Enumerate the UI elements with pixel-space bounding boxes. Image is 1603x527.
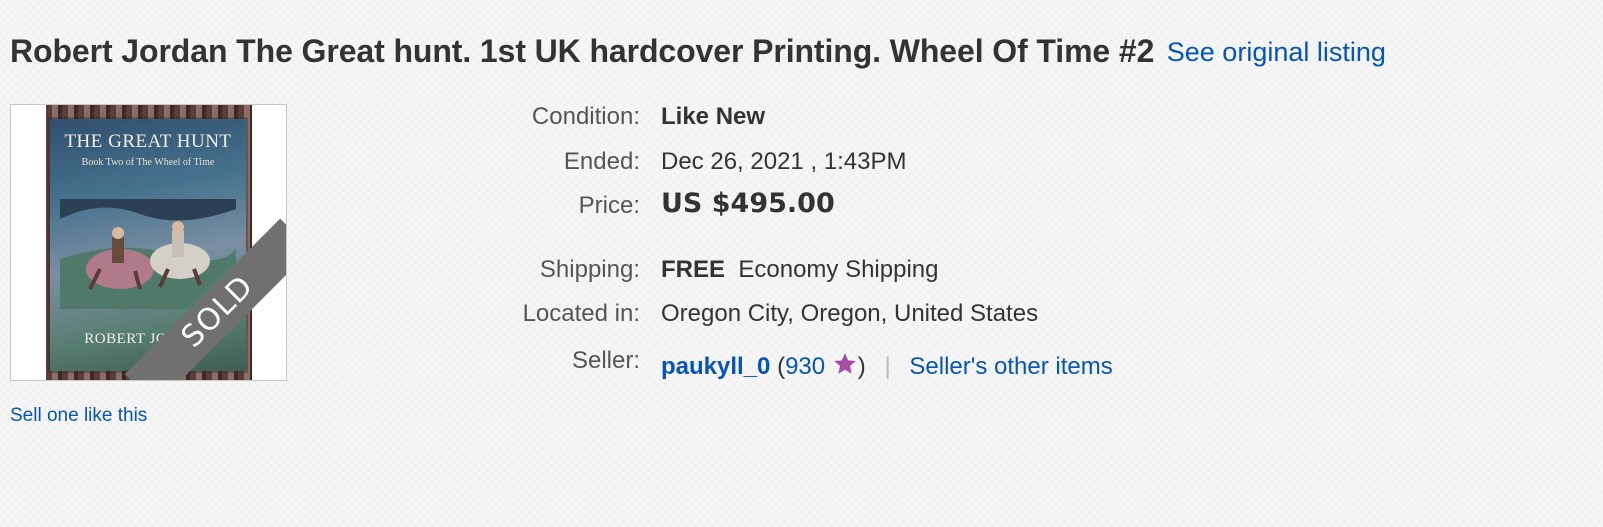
cover-subtitle: Book Two of The Wheel of Time bbox=[81, 157, 215, 168]
item-image-frame[interactable]: THE GREAT HUNT Book Two of The Wheel of … bbox=[10, 104, 287, 381]
see-original-listing-link[interactable]: See original listing bbox=[1167, 37, 1386, 67]
listing-title: Robert Jordan The Great hunt. 1st UK har… bbox=[10, 33, 1155, 69]
star-icon bbox=[833, 353, 856, 374]
condition-value: Like New bbox=[661, 103, 766, 130]
shipping-value: FREE Economy Shipping bbox=[661, 256, 938, 284]
ended-value: Dec 26, 2021 , 1:43PM bbox=[661, 148, 907, 175]
cover-title: THE GREAT HUNT bbox=[64, 131, 232, 152]
location-value: Oregon City, Oregon, United States bbox=[661, 300, 1039, 327]
listing-header: Robert Jordan The Great hunt. 1st UK har… bbox=[10, 33, 1590, 70]
feedback-close-paren: ) bbox=[857, 353, 866, 380]
shipping-method: Economy Shipping bbox=[738, 256, 939, 283]
seller-separator: | bbox=[884, 353, 891, 380]
seller-value: paukyll_0 (930 ) | Seller's other items bbox=[661, 351, 1113, 381]
feedback-open-paren: ( bbox=[777, 353, 786, 380]
shipping-label: Shipping: bbox=[539, 256, 640, 283]
sellers-other-items-link[interactable]: Seller's other items bbox=[909, 353, 1112, 380]
condition-label: Condition: bbox=[531, 103, 640, 130]
free-shipping-badge: FREE bbox=[661, 256, 726, 283]
price-value: US $495.00 bbox=[661, 188, 835, 219]
seller-name-link[interactable]: paukyll_0 bbox=[661, 353, 770, 380]
ended-label: Ended: bbox=[563, 148, 640, 175]
feedback-score-link[interactable]: 930 bbox=[785, 353, 825, 380]
seller-label: Seller: bbox=[571, 347, 640, 374]
price-label: Price: bbox=[578, 192, 640, 219]
sell-one-like-this-link[interactable]: Sell one like this bbox=[10, 405, 147, 427]
location-label: Located in: bbox=[522, 300, 640, 327]
